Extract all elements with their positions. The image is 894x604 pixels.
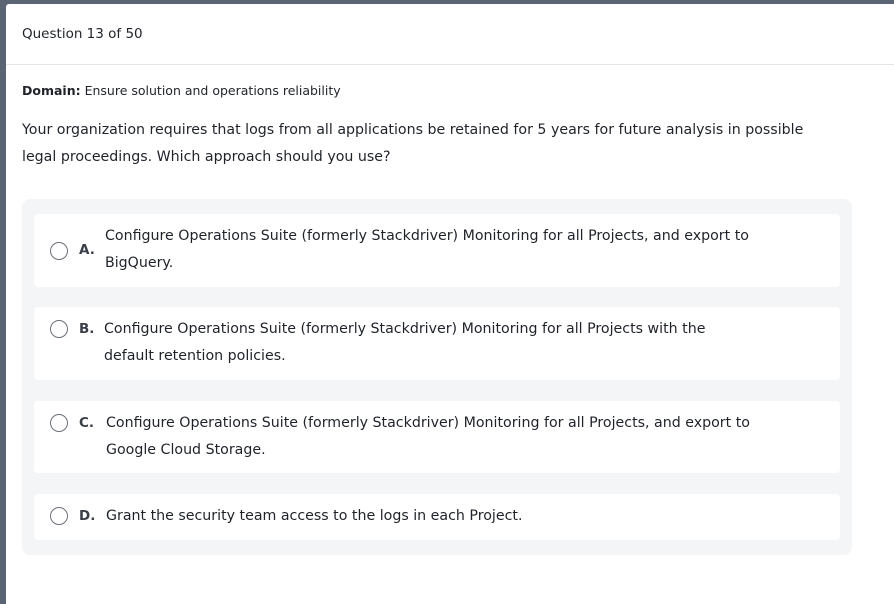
question-panel: Question 13 of 50 Domain: Ensure solutio… (6, 4, 894, 604)
question-header: Question 13 of 50 (6, 4, 894, 65)
option-letter: D. (79, 508, 96, 524)
option-text: Configure Operations Suite (formerly Sta… (104, 321, 706, 364)
question-counter: Question 13 of 50 (22, 26, 143, 42)
option-d[interactable]: D. Grant the security team access to the… (34, 494, 840, 540)
option-a[interactable]: A. Configure Operations Suite (formerly … (34, 214, 840, 287)
option-b[interactable]: B. Configure Operations Suite (formerly … (34, 307, 840, 380)
radio-icon[interactable] (50, 320, 68, 338)
domain-value: Ensure solution and operations reliabili… (84, 83, 341, 98)
domain-label: Domain: (22, 83, 81, 98)
domain-line: Domain: Ensure solution and operations r… (22, 83, 890, 99)
option-c[interactable]: C. Configure Operations Suite (formerly … (34, 401, 840, 473)
radio-icon[interactable] (50, 242, 68, 260)
answer-options: A. Configure Operations Suite (formerly … (22, 199, 852, 555)
question-text: Your organization requires that logs fro… (22, 122, 804, 165)
option-text: Grant the security team access to the lo… (106, 508, 523, 524)
option-text: Configure Operations Suite (formerly Sta… (106, 415, 750, 458)
option-letter: B. (79, 321, 95, 337)
radio-icon[interactable] (50, 414, 68, 432)
option-text: Configure Operations Suite (formerly Sta… (105, 228, 749, 271)
question-content: Domain: Ensure solution and operations r… (6, 83, 894, 171)
option-letter: C. (79, 415, 95, 431)
option-letter: A. (79, 242, 95, 258)
radio-icon[interactable] (50, 507, 68, 525)
